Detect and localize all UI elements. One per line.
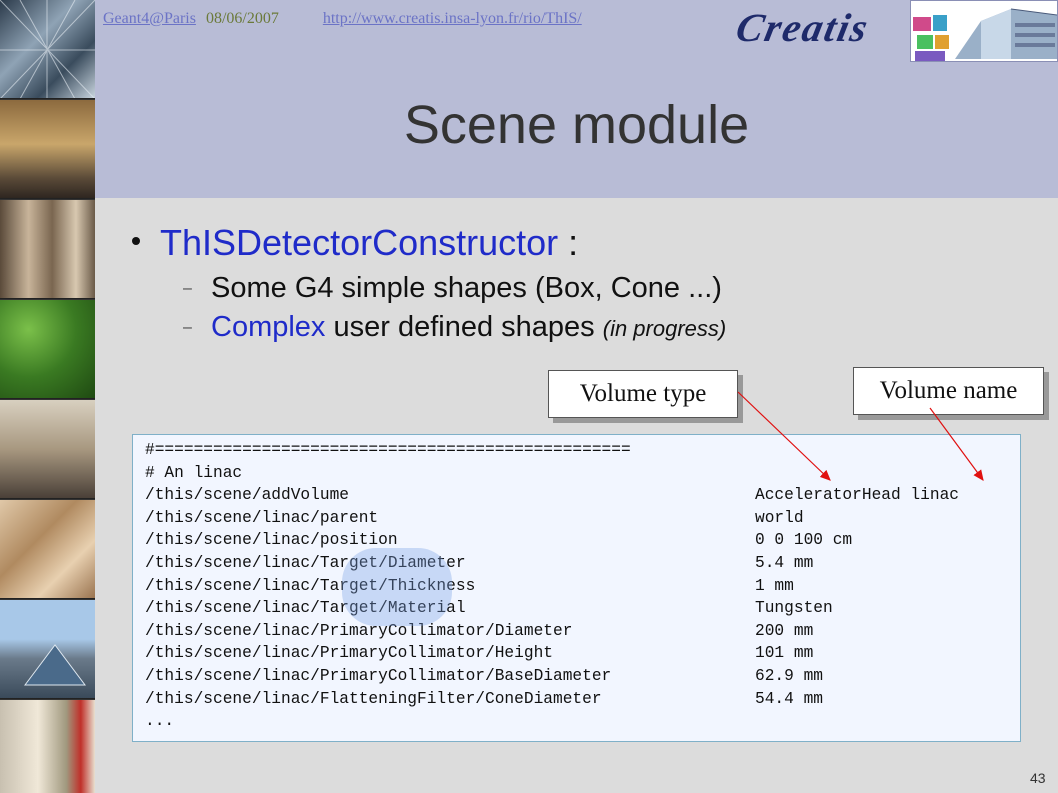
code-line: /this/scene/linac/Target/Diameter 5.4 mm xyxy=(145,552,1008,575)
photo-corridor xyxy=(0,700,95,793)
code-line: /this/scene/linac/PrimaryCollimator/Diam… xyxy=(145,620,1008,643)
code-command: /this/scene/linac/position xyxy=(145,531,398,550)
dash-icon: – xyxy=(183,280,192,298)
bullet-dot-icon xyxy=(132,237,140,246)
code-line: /this/scene/linac/Target/Material Tungste… xyxy=(145,597,1008,620)
code-value: 62.9 mm xyxy=(755,666,823,685)
sub-bullet-2-highlight: Complex xyxy=(211,311,326,343)
bullet-highlight: ThISDetectorConstructor xyxy=(160,222,559,263)
slide-header: Geant4@Paris 08/06/2007 http://www.creat… xyxy=(95,0,1058,198)
url-link[interactable]: http://www.creatis.insa-lyon.fr/rio/ThIS… xyxy=(323,10,582,27)
sub-bullet-2: – Complex user defined shapes (in progres… xyxy=(183,311,726,344)
code-block: #=======================================… xyxy=(132,434,1021,742)
code-line: /this/scene/addVolume AcceleratorHead lin… xyxy=(145,484,1008,507)
code-value: 0 0 100 cm xyxy=(755,531,853,550)
page-title: Scene module xyxy=(403,95,750,155)
photo-sculptures xyxy=(0,200,95,299)
code-value: AcceleratorHead linac xyxy=(755,486,959,505)
conference-link[interactable]: Geant4@Paris xyxy=(103,10,196,27)
code-command: #=======================================… xyxy=(145,441,631,459)
target-highlight xyxy=(342,548,452,626)
code-line: /this/scene/linac/FlatteningFilter/ConeD… xyxy=(145,688,1008,711)
code-value: 54.4 mm xyxy=(755,689,823,708)
bullet-main: ThISDetectorConstructor : xyxy=(132,222,578,264)
photo-lobby xyxy=(0,100,95,199)
photo-relief xyxy=(0,500,95,599)
code-line: /this/scene/linac/PrimaryCollimator/Heig… xyxy=(145,642,1008,665)
code-command: /this/scene/linac/FlatteningFilter/ConeD… xyxy=(145,689,602,708)
sub-bullet-2-text: user defined shapes xyxy=(325,311,603,343)
code-command: /this/scene/linac/PrimaryCollimator/Base… xyxy=(145,666,612,685)
date-text: 08/06/2007 xyxy=(205,10,279,27)
photo-pyramid xyxy=(0,600,95,699)
glass-dome-pattern xyxy=(0,0,95,98)
code-line: /this/scene/linac/PrimaryCollimator/Base… xyxy=(145,665,1008,688)
code-command: /this/scene/linac/PrimaryCollimator/Diam… xyxy=(145,621,573,640)
code-value: 1 mm xyxy=(755,576,794,595)
label-volume-name: Volume name xyxy=(853,367,1044,415)
code-command: ... xyxy=(145,712,175,731)
code-value: 101 mm xyxy=(755,644,814,663)
photo-ivy-wall xyxy=(0,300,95,399)
code-line: /this/scene/linac/position 0 0 100 cm xyxy=(145,529,1008,552)
code-value: Tungsten xyxy=(755,599,833,618)
code-value: 5.4 mm xyxy=(755,553,814,572)
dash-icon: – xyxy=(183,319,192,337)
label-volume-type: Volume type xyxy=(548,370,738,418)
photo-interior xyxy=(0,400,95,499)
sub-bullet-2-note: (in progress) xyxy=(602,316,727,341)
header-line: Geant4@Paris 08/06/2007 http://www.creat… xyxy=(103,10,582,28)
photo-strip xyxy=(0,0,95,793)
code-value: world xyxy=(755,508,804,527)
code-command: /this/scene/linac/parent xyxy=(145,508,379,527)
page-number: 43 xyxy=(1030,770,1046,786)
bullet-rest: : xyxy=(558,222,579,263)
sub-bullet-1: – Some G4 simple shapes (Box, Cone ...) xyxy=(183,272,722,305)
code-line: /this/scene/linac/Target/Thickness 1 mm xyxy=(145,575,1008,598)
code-command: # An linac xyxy=(145,463,243,482)
creatis-logo: Creatis xyxy=(732,5,874,50)
photo-glass-dome xyxy=(0,0,95,99)
code-value: 200 mm xyxy=(755,621,814,640)
code-line: #=======================================… xyxy=(145,439,1008,462)
code-line: # An linac xyxy=(145,462,1008,485)
sub-bullet-1-text: Some G4 simple shapes (Box, Cone ...) xyxy=(211,272,722,304)
centre-logo-image xyxy=(910,0,1058,62)
pyramid-shape xyxy=(24,644,86,686)
centre-building-icon xyxy=(913,8,1057,61)
code-line: ... xyxy=(145,710,1008,733)
code-line: /this/scene/linac/parent world xyxy=(145,507,1008,530)
code-command: /this/scene/addVolume xyxy=(145,486,349,505)
code-command: /this/scene/linac/PrimaryCollimator/Heig… xyxy=(145,644,553,663)
